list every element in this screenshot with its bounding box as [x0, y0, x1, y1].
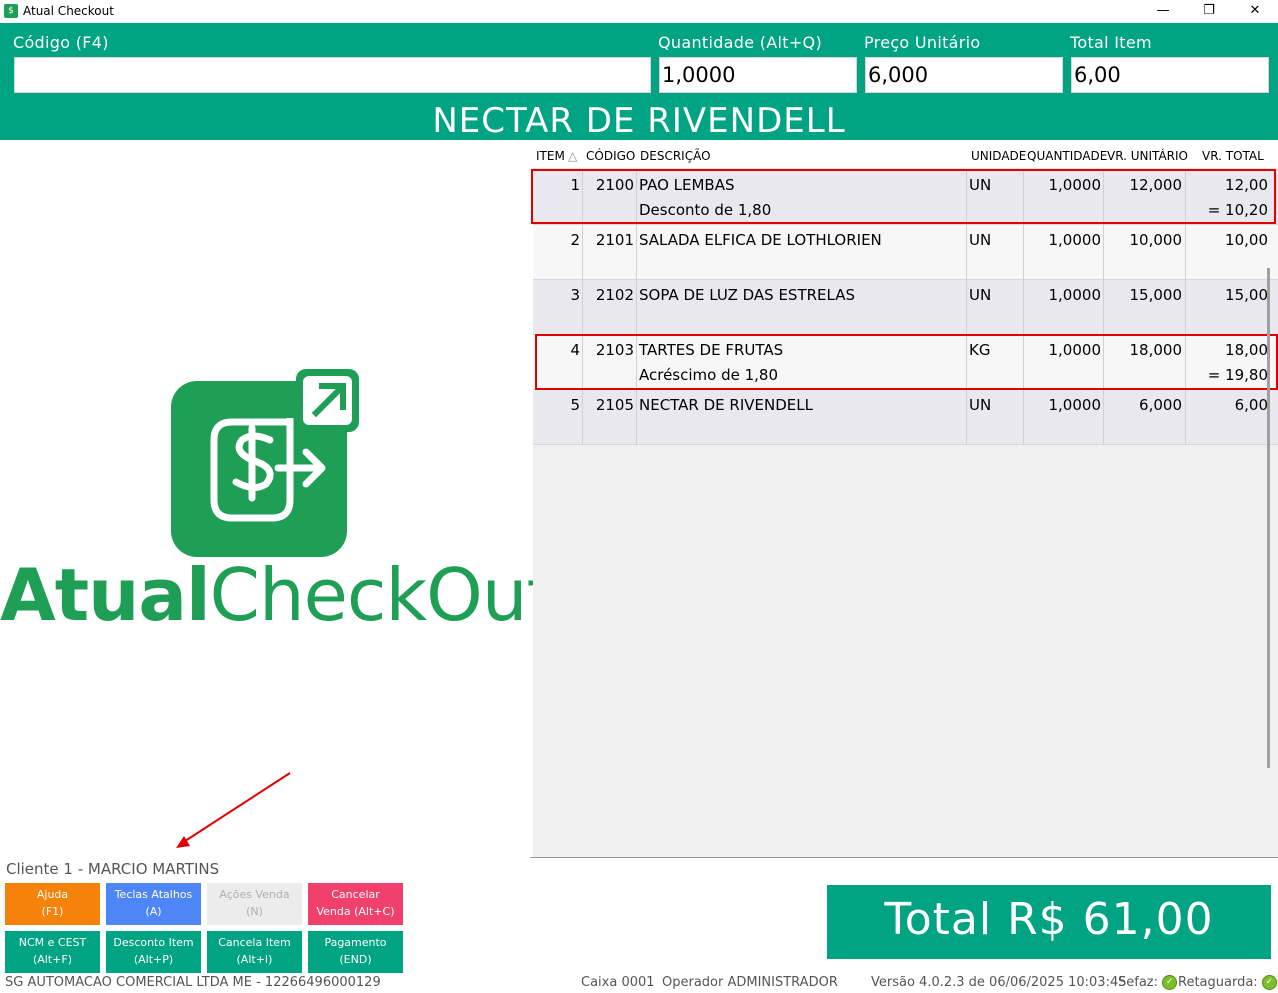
button-label: Desconto Item	[113, 936, 194, 949]
quantidade-input[interactable]: 1,0000	[659, 57, 857, 93]
teclas-atalhos-button[interactable]: Teclas Atalhos (A)	[106, 883, 201, 925]
row-vr-total: 6,00	[1234, 396, 1268, 414]
quantidade-label: Quantidade (Alt+Q)	[658, 33, 822, 52]
row-item: 3	[570, 286, 580, 304]
close-button[interactable]: ✕	[1232, 0, 1278, 23]
sort-asc-icon[interactable]: △	[568, 149, 577, 163]
grid-header: ITEM △ CÓDIGO DESCRIÇÃO UNIDADE QUANTIDA…	[533, 145, 1278, 169]
logo-text-bold: Atual	[0, 553, 211, 637]
row-vr-total: 10,00	[1225, 231, 1268, 249]
version-info: Versão 4.0.2.3 de 06/06/2025 10:03:45	[871, 975, 1127, 990]
minimize-button[interactable]: —	[1140, 0, 1186, 23]
sefaz-status: Sefaz: ✓	[1118, 975, 1178, 990]
title-bar: $ Atual Checkout — ❐ ✕	[0, 0, 1278, 23]
row-quantidade: 1,0000	[1048, 396, 1102, 414]
cancela-item-button[interactable]: Cancela Item (Alt+I)	[207, 931, 302, 973]
cancelar-venda-button[interactable]: Cancelar Venda (Alt+C)	[308, 883, 403, 925]
table-row[interactable]: 5 2105 NECTAR DE RIVENDELL UN 1,0000 6,0…	[533, 390, 1278, 445]
button-label: NCM e CEST	[18, 936, 87, 949]
sefaz-check-icon: ✓	[1162, 975, 1178, 990]
button-label: Cancela Item	[218, 936, 291, 949]
ncm-cest-button[interactable]: NCM e CEST (Alt+F)	[5, 931, 100, 973]
row-descricao: NECTAR DE RIVENDELL	[639, 396, 813, 414]
restore-button[interactable]: ❐	[1186, 0, 1232, 23]
header-descricao[interactable]: DESCRIÇÃO	[640, 149, 711, 163]
retaguarda-status: Retaguarda: ✓	[1178, 975, 1277, 990]
row-descricao: SOPA DE LUZ DAS ESTRELAS	[639, 286, 855, 304]
row-vr-unitario: 6,000	[1139, 396, 1182, 414]
acoes-venda-button[interactable]: Ações Venda (N)	[207, 883, 302, 925]
row-descricao: SALADA ELFICA DE LOTHLORIEN	[639, 231, 882, 249]
row-quantidade: 1,0000	[1048, 286, 1102, 304]
header-item[interactable]: ITEM	[536, 149, 565, 163]
company-info: SG AUTOMACAO COMERCIAL LTDA ME - 1226649…	[5, 975, 381, 990]
header-unidade[interactable]: UNIDADE	[971, 149, 1026, 163]
row-item: 2	[570, 231, 580, 249]
highlight-surcharge-row	[535, 334, 1278, 390]
desconto-item-button[interactable]: Desconto Item (Alt+P)	[106, 931, 201, 973]
row-unidade: UN	[969, 231, 992, 249]
pagamento-button[interactable]: Pagamento (END)	[308, 931, 403, 973]
input-bar: Código (F4) Quantidade (Alt+Q) 1,0000 Pr…	[0, 23, 1278, 141]
logo-wordmark: AtualCheckOut	[0, 553, 555, 637]
codigo-label: Código (F4)	[13, 33, 109, 52]
window-title: Atual Checkout	[23, 4, 114, 18]
preco-label: Preço Unitário	[864, 33, 981, 52]
header-quantidade[interactable]: QUANTIDADE	[1027, 149, 1107, 163]
button-label: Pagamento	[324, 936, 387, 949]
button-shortcut: (Alt+F)	[32, 953, 73, 966]
highlight-discount-row	[531, 169, 1276, 224]
header-vr-total[interactable]: VR. TOTAL	[1202, 149, 1264, 163]
button-label: Cancelar	[331, 888, 380, 901]
button-label: Ações Venda	[219, 888, 290, 901]
row-quantidade: 1,0000	[1048, 231, 1102, 249]
grid-scrollbar[interactable]	[1267, 268, 1270, 768]
row-codigo: 2101	[595, 231, 634, 249]
logo-text-light: CheckOut	[209, 553, 555, 637]
header-vr-unitario[interactable]: VR. UNITÁRIO	[1107, 149, 1188, 163]
button-label: Ajuda	[36, 888, 69, 901]
row-vr-unitario: 10,000	[1129, 231, 1183, 249]
items-grid: ITEM △ CÓDIGO DESCRIÇÃO UNIDADE QUANTIDA…	[533, 145, 1278, 857]
button-shortcut: Venda (Alt+C)	[316, 905, 395, 918]
current-product-name: NECTAR DE RIVENDELL	[432, 101, 846, 141]
row-item: 5	[570, 396, 580, 414]
preco-input[interactable]: 6,000	[865, 57, 1063, 93]
client-name: Cliente 1 - MARCIO MARTINS	[6, 860, 220, 878]
button-shortcut: (A)	[145, 905, 162, 918]
button-shortcut: (F1)	[41, 905, 64, 918]
row-vr-unitario: 15,000	[1129, 286, 1183, 304]
codigo-input[interactable]	[14, 57, 651, 93]
sale-total: Total R$ 61,00	[827, 885, 1271, 959]
retaguarda-check-icon: ✓	[1261, 975, 1277, 990]
grid-divider	[530, 857, 1278, 858]
row-unidade: UN	[969, 286, 992, 304]
button-label: Teclas Atalhos	[114, 888, 193, 901]
button-shortcut: (Alt+I)	[236, 953, 273, 966]
operador-info: Operador ADMINISTRADOR	[662, 975, 838, 990]
button-shortcut: (END)	[339, 953, 372, 966]
row-unidade: UN	[969, 396, 992, 414]
row-codigo: 2102	[595, 286, 634, 304]
retaguarda-label: Retaguarda:	[1178, 975, 1258, 990]
app-icon: $	[4, 4, 18, 18]
total-item-label: Total Item	[1070, 33, 1152, 52]
sefaz-label: Sefaz:	[1118, 975, 1158, 990]
table-row[interactable]: 3 2102 SOPA DE LUZ DAS ESTRELAS UN 1,000…	[533, 280, 1278, 335]
row-codigo: 2105	[595, 396, 634, 414]
table-row[interactable]: 2 2101 SALADA ELFICA DE LOTHLORIEN UN 1,…	[533, 225, 1278, 280]
header-codigo[interactable]: CÓDIGO	[586, 149, 635, 163]
annotation-arrow-icon	[176, 772, 291, 848]
total-item-input[interactable]: 6,00	[1071, 57, 1269, 93]
button-shortcut: (Alt+P)	[133, 953, 174, 966]
button-shortcut: (N)	[246, 905, 263, 918]
caixa-info: Caixa 0001	[581, 975, 655, 990]
row-vr-total: 15,00	[1225, 286, 1268, 304]
ajuda-button[interactable]: Ajuda (F1)	[5, 883, 100, 925]
